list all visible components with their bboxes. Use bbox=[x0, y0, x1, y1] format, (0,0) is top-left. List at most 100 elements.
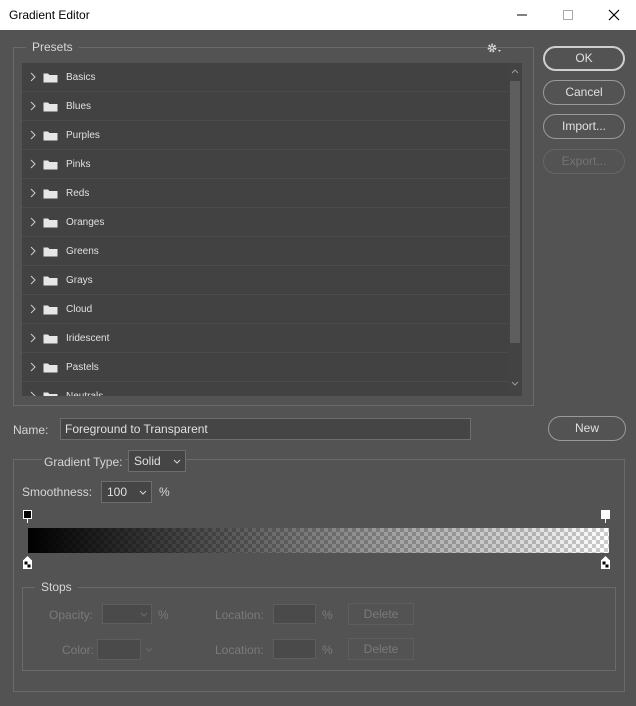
preset-folder-item[interactable]: Cloud bbox=[22, 295, 508, 324]
opacity-label: Opacity: bbox=[49, 608, 94, 622]
folder-icon bbox=[43, 363, 58, 373]
folder-icon bbox=[43, 102, 58, 112]
scroll-down-icon[interactable] bbox=[511, 381, 519, 387]
chevron-down-icon bbox=[145, 647, 153, 652]
chevron-down-icon bbox=[139, 490, 147, 495]
color-swatch[interactable] bbox=[97, 639, 141, 660]
chevron-right-icon[interactable] bbox=[30, 188, 36, 198]
new-button[interactable]: New bbox=[548, 416, 626, 441]
import-button[interactable]: Import... bbox=[543, 114, 625, 139]
smoothness-unit: % bbox=[159, 485, 170, 499]
smoothness-select[interactable]: 100 bbox=[101, 481, 152, 503]
chevron-right-icon[interactable] bbox=[30, 130, 36, 140]
maximize-button[interactable] bbox=[545, 0, 591, 30]
chevron-right-icon[interactable] bbox=[30, 391, 36, 396]
folder-icon bbox=[43, 218, 58, 228]
chevron-right-icon[interactable] bbox=[30, 159, 36, 169]
opacity-location-label: Location: bbox=[215, 608, 264, 622]
close-icon bbox=[608, 9, 620, 21]
opacity-location-percent: % bbox=[322, 608, 333, 622]
chevron-right-icon[interactable] bbox=[30, 217, 36, 227]
smoothness-value: 100 bbox=[107, 485, 128, 499]
preset-folder-label: Neutrals bbox=[66, 391, 103, 396]
chevron-right-icon[interactable] bbox=[30, 72, 36, 82]
preset-folder-label: Grays bbox=[66, 275, 93, 286]
opacity-stop-right[interactable] bbox=[601, 510, 610, 524]
preset-folder-item[interactable]: Pastels bbox=[22, 353, 508, 382]
presets-settings-button[interactable] bbox=[485, 41, 503, 55]
name-label: Name: bbox=[13, 423, 49, 437]
preset-folder-item[interactable]: Grays bbox=[22, 266, 508, 295]
folder-icon bbox=[43, 247, 58, 257]
color-delete-button[interactable]: Delete bbox=[348, 638, 414, 660]
color-label: Color: bbox=[62, 643, 95, 657]
color-stop-left[interactable] bbox=[23, 556, 32, 570]
preset-folder-item[interactable]: Pinks bbox=[22, 150, 508, 179]
preset-folder-label: Blues bbox=[66, 101, 92, 112]
chevron-right-icon[interactable] bbox=[30, 275, 36, 285]
presets-legend: Presets bbox=[32, 40, 73, 54]
scrollbar-thumb[interactable] bbox=[510, 81, 520, 343]
window-title: Gradient Editor bbox=[9, 8, 90, 22]
preset-folder-label: Pinks bbox=[66, 159, 91, 170]
color-stop-right[interactable] bbox=[601, 556, 610, 570]
opacity-percent: % bbox=[158, 608, 169, 622]
opacity-location-field[interactable] bbox=[273, 604, 316, 624]
minimize-icon bbox=[517, 14, 527, 16]
chevron-right-icon[interactable] bbox=[30, 101, 36, 111]
preset-folder-label: Greens bbox=[66, 246, 99, 257]
preset-folder-item[interactable]: Greens bbox=[22, 237, 508, 266]
minimize-button[interactable] bbox=[499, 0, 545, 30]
folder-icon bbox=[43, 305, 58, 315]
preset-folder-label: Basics bbox=[66, 72, 96, 83]
chevron-right-icon[interactable] bbox=[30, 362, 36, 372]
stops-legend: Stops bbox=[41, 580, 72, 594]
ok-button[interactable]: OK bbox=[543, 46, 625, 71]
preset-folder-label: Reds bbox=[66, 188, 90, 199]
opacity-delete-button[interactable]: Delete bbox=[348, 603, 414, 625]
preset-folder-item[interactable]: Basics bbox=[22, 63, 508, 92]
folder-icon bbox=[43, 160, 58, 170]
preset-folder-label: Pastels bbox=[66, 362, 99, 373]
gradient-type-select[interactable]: Solid bbox=[128, 450, 186, 472]
preset-folder-label: Oranges bbox=[66, 217, 105, 228]
folder-icon bbox=[43, 73, 58, 83]
preset-folder-item[interactable]: Oranges bbox=[22, 208, 508, 237]
opacity-field[interactable] bbox=[102, 604, 152, 624]
name-field[interactable]: Foreground to Transparent bbox=[60, 418, 471, 440]
preset-folder-item[interactable]: Reds bbox=[22, 179, 508, 208]
smoothness-label: Smoothness: bbox=[22, 485, 93, 499]
color-location-field[interactable] bbox=[273, 639, 316, 659]
folder-icon bbox=[43, 276, 58, 286]
color-location-percent: % bbox=[322, 643, 333, 657]
gradient-type-label: Gradient Type: bbox=[42, 455, 125, 469]
chevron-right-icon[interactable] bbox=[30, 246, 36, 256]
gradient-preview-bar[interactable] bbox=[28, 528, 609, 553]
chevron-right-icon[interactable] bbox=[30, 333, 36, 343]
chevron-right-icon[interactable] bbox=[30, 304, 36, 314]
chevron-down-icon bbox=[173, 459, 181, 464]
title-bar: Gradient Editor bbox=[0, 0, 636, 30]
scroll-up-icon[interactable] bbox=[511, 68, 519, 74]
cancel-button[interactable]: Cancel bbox=[543, 80, 625, 105]
gear-icon bbox=[487, 43, 501, 53]
folder-icon bbox=[43, 189, 58, 199]
chevron-down-icon bbox=[140, 612, 148, 617]
preset-folder-label: Purples bbox=[66, 130, 100, 141]
export-button[interactable]: Export... bbox=[543, 149, 625, 174]
opacity-stop-left[interactable] bbox=[23, 510, 32, 524]
folder-icon bbox=[43, 392, 58, 396]
folder-icon bbox=[43, 334, 58, 344]
preset-folder-item[interactable]: Purples bbox=[22, 121, 508, 150]
presets-list[interactable]: Basics Blues Purples Pinks Reds Oranges Greens… bbox=[22, 63, 508, 396]
preset-folder-item[interactable]: Iridescent bbox=[22, 324, 508, 353]
close-button[interactable] bbox=[591, 0, 636, 30]
maximize-icon bbox=[563, 10, 573, 20]
presets-scrollbar[interactable] bbox=[508, 63, 522, 396]
preset-folder-item[interactable]: Blues bbox=[22, 92, 508, 121]
preset-folder-label: Iridescent bbox=[66, 333, 110, 344]
gradient-type-value: Solid bbox=[134, 454, 161, 468]
color-location-label: Location: bbox=[215, 643, 264, 657]
preset-folder-item[interactable]: Neutrals bbox=[22, 382, 508, 396]
folder-icon bbox=[43, 131, 58, 141]
